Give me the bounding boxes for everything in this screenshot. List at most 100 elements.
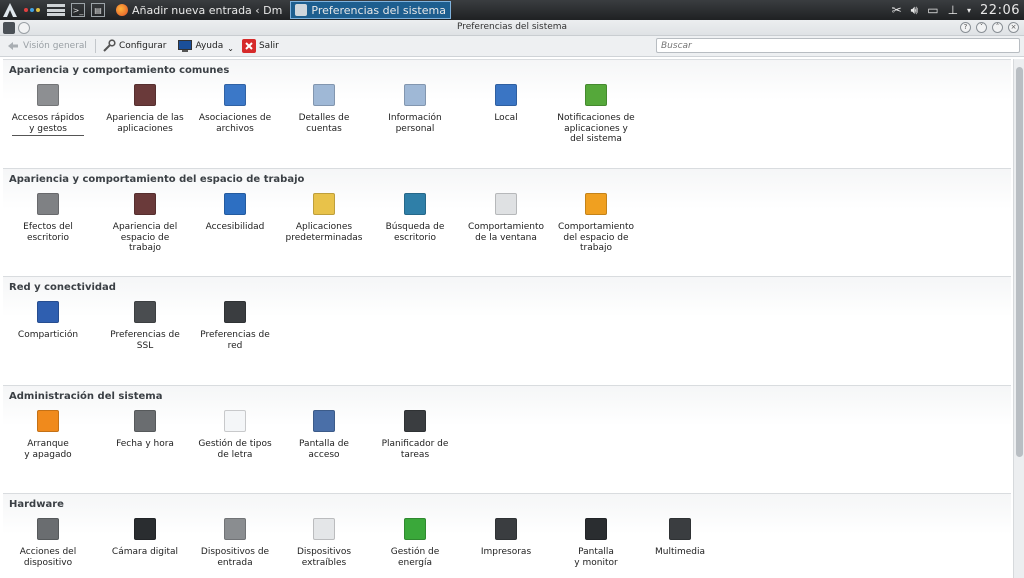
task-label: Añadir nueva entrada ‹ Dm [132, 3, 283, 17]
settings-module[interactable]: Gestión de energía [370, 518, 460, 568]
overview-button[interactable]: Visión general [6, 37, 87, 55]
wrench-icon [102, 39, 116, 53]
module-label: Detalles de cuentas [298, 113, 350, 134]
multimedia-icon [669, 518, 691, 540]
section-title: Hardware [9, 499, 64, 510]
window-title: Preferencias del sistema [456, 22, 568, 32]
module-label: Impresoras [480, 547, 532, 557]
settings-module[interactable]: Multimedia [635, 518, 725, 558]
settings-module[interactable]: Impresoras [461, 518, 551, 558]
module-label: Local [494, 113, 518, 123]
settings-module[interactable]: Acciones del dispositivo [3, 518, 93, 568]
task-browser[interactable]: Añadir nueva entrada ‹ Dm [112, 1, 286, 19]
quit-button[interactable]: Salir [241, 37, 279, 55]
settings-module[interactable]: Aplicaciones predeterminadas [279, 193, 369, 243]
network-tray-icon[interactable]: ⊥ [948, 3, 958, 17]
module-label: Asociaciones de archivos [198, 113, 272, 134]
quit-label: Salir [258, 41, 279, 51]
settings-module[interactable]: Preferencias de SSL [100, 301, 190, 351]
display-monitor-icon [585, 518, 607, 540]
module-label: Arranque y apagado [24, 439, 72, 460]
task-label: Preferencias del sistema [311, 3, 446, 17]
module-label: Pantalla y monitor [574, 547, 618, 568]
minimize-button[interactable]: ˅ [976, 22, 987, 33]
input-devices-icon [224, 518, 246, 540]
module-label: Preferencias de red [200, 330, 270, 351]
settings-module[interactable]: Apariencia de las aplicaciones [100, 84, 190, 134]
toolbar: Visión general Configurar Ayuda ⌄ Salir [0, 36, 1024, 57]
module-label: Preferencias de SSL [110, 330, 180, 351]
activities-icon[interactable] [24, 8, 40, 12]
window-titlebar[interactable]: Preferencias del sistema ? ˅ ˄ × [0, 20, 1024, 36]
settings-module[interactable]: Cámara digital [100, 518, 190, 558]
settings-module[interactable]: Pantalla y monitor [551, 518, 641, 568]
desktop-search-icon [404, 193, 426, 215]
settings-module[interactable]: Compartición [3, 301, 93, 341]
help-window-icon[interactable]: ? [960, 22, 971, 33]
module-label: Dispositivos de entrada [200, 547, 270, 568]
terminal-launcher-icon[interactable]: >_ [71, 3, 85, 17]
settings-module[interactable]: Gestión de tipos de letra [190, 410, 280, 460]
device-actions-icon [37, 518, 59, 540]
file-manager-launcher-icon[interactable]: ▤ [91, 3, 105, 17]
module-label: Comportamiento del espacio de trabajo [557, 222, 635, 253]
module-label: Búsqueda de escritorio [385, 222, 445, 243]
module-label: Accesibilidad [205, 222, 265, 232]
pager-icon[interactable] [47, 4, 65, 16]
login-screen-icon [313, 410, 335, 432]
vertical-scrollbar[interactable] [1013, 59, 1024, 578]
settings-module[interactable]: Accesos rápidos y gestos [3, 84, 93, 136]
settings-module[interactable]: Comportamiento de la ventana [461, 193, 551, 243]
account-details-icon [313, 84, 335, 106]
task-system-settings[interactable]: Preferencias del sistema [290, 1, 451, 19]
settings-module[interactable]: Apariencia del espacio de trabajo [100, 193, 190, 254]
module-label: Cámara digital [111, 547, 179, 557]
tray-expand-icon[interactable]: ▾ [967, 6, 971, 15]
settings-module[interactable]: Planificador de tareas [370, 410, 460, 460]
clock[interactable]: 22:06 [980, 3, 1020, 18]
maximize-button[interactable]: ˄ [992, 22, 1003, 33]
configure-button[interactable]: Configurar [102, 37, 166, 55]
back-arrow-icon [6, 39, 20, 53]
settings-module[interactable]: Búsqueda de escritorio [370, 193, 460, 243]
settings-module[interactable]: Notificaciones de aplicaciones y del sis… [551, 84, 641, 145]
section-title: Administración del sistema [9, 391, 163, 402]
settings-module[interactable]: Preferencias de red [190, 301, 280, 351]
sharing-icon [37, 301, 59, 323]
app-launcher-icon[interactable] [0, 0, 20, 20]
display-icon[interactable]: ▭ [927, 3, 938, 17]
search-input[interactable] [656, 38, 1020, 53]
settings-module[interactable]: Asociaciones de archivos [190, 84, 280, 134]
settings-module[interactable]: Detalles de cuentas [279, 84, 369, 134]
scrollbar-thumb[interactable] [1016, 67, 1023, 457]
help-button[interactable]: Ayuda ⌄ [178, 37, 234, 55]
task-scheduler-icon [404, 410, 426, 432]
settings-module[interactable]: Información personal [370, 84, 460, 134]
settings-module[interactable]: Pantalla de acceso [279, 410, 369, 460]
font-management-icon [224, 410, 246, 432]
keyboard-shortcuts-icon [37, 84, 59, 106]
settings-module[interactable]: Accesibilidad [190, 193, 280, 233]
settings-content: Apariencia y comportamiento comunes Acces… [3, 59, 1011, 578]
startup-shutdown-icon [37, 410, 59, 432]
settings-module[interactable]: Arranque y apagado [3, 410, 93, 460]
desktop-effects-icon [37, 193, 59, 215]
module-label: Acciones del dispositivo [19, 547, 77, 568]
help-label: Ayuda [195, 41, 224, 51]
module-label: Dispositivos extraíbles [296, 547, 352, 568]
date-time-icon [134, 410, 156, 432]
volume-icon[interactable]: 🔊︎ [911, 3, 919, 18]
module-label: Fecha y hora [116, 439, 174, 449]
settings-module[interactable]: Efectos del escritorio [3, 193, 93, 243]
accessibility-icon [224, 193, 246, 215]
firefox-icon [116, 4, 128, 16]
settings-module[interactable]: Comportamiento del espacio de trabajo [551, 193, 641, 254]
clipboard-icon[interactable]: ✂ [892, 3, 902, 17]
settings-module[interactable]: Local [461, 84, 551, 124]
settings-module[interactable]: Fecha y hora [100, 410, 190, 450]
module-label: Aplicaciones predeterminadas [285, 222, 363, 243]
close-button[interactable]: × [1008, 22, 1019, 33]
network-icon [224, 301, 246, 323]
settings-module[interactable]: Dispositivos de entrada [190, 518, 280, 568]
settings-module[interactable]: Dispositivos extraíbles [279, 518, 369, 568]
